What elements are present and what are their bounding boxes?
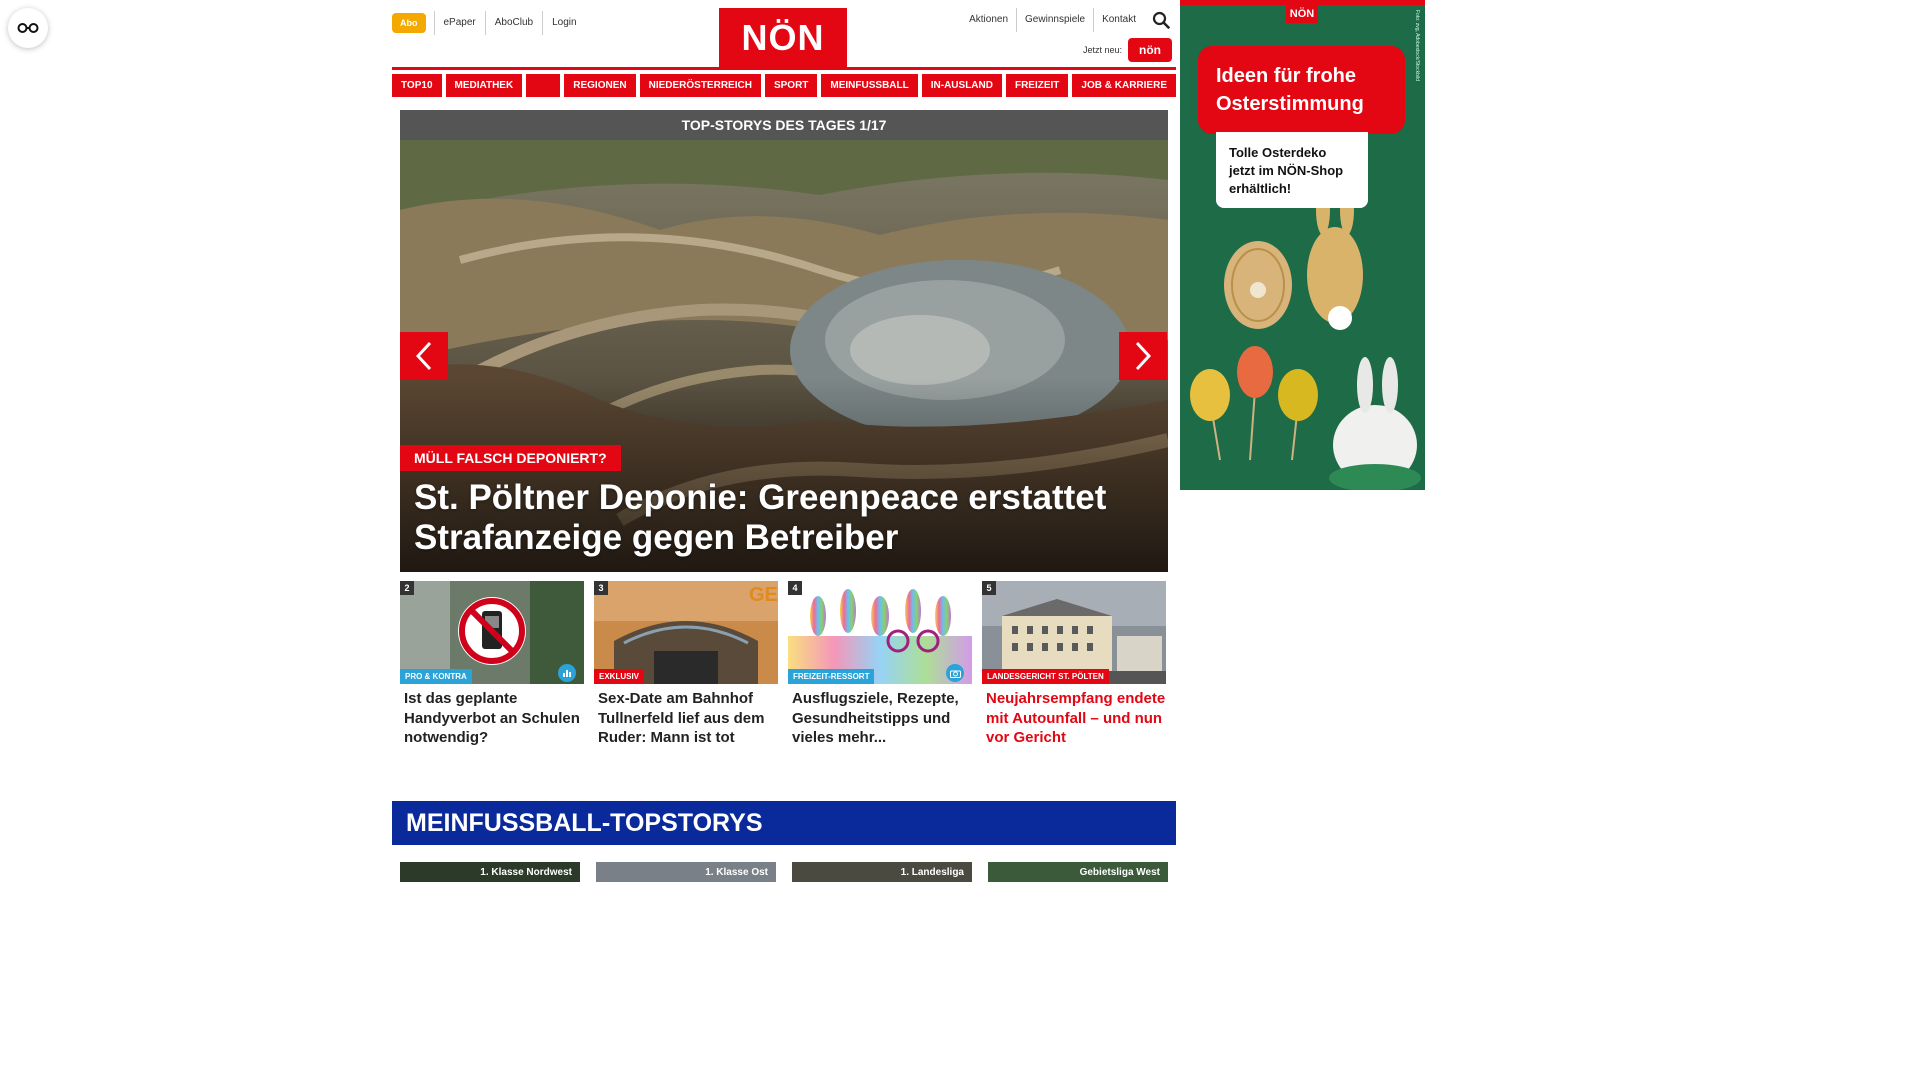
- aboclub-link[interactable]: AboClub: [484, 11, 542, 35]
- page: Abo ePaper AboClub Login NÖN Aktionen Ge…: [0, 0, 1560, 882]
- camera-icon: [946, 664, 964, 682]
- nav-item-sport[interactable]: SPORT: [764, 74, 818, 97]
- aktionen-link[interactable]: Aktionen: [961, 8, 1016, 32]
- login-link[interactable]: Login: [542, 11, 585, 35]
- ad-photo-credit: Foto: zvg, Adobestock/Stockbild: [1414, 10, 1420, 81]
- nav-item-job-karriere[interactable]: JOB & KARRIERE: [1072, 74, 1176, 97]
- story-title[interactable]: Sex-Date am Bahnhof Tullnerfeld lief aus…: [594, 689, 778, 748]
- gewinnspiele-link[interactable]: Gewinnspiele: [1016, 8, 1093, 32]
- ad-logo: NÖN: [1286, 5, 1318, 23]
- story-number: 4: [788, 581, 802, 595]
- story-card[interactable]: 2 PRO & KONTRA Ist das geplante Handyver…: [400, 581, 584, 748]
- nav-item-blank[interactable]: [526, 74, 561, 97]
- meinfussball-card[interactable]: 1. Landesliga: [792, 862, 972, 882]
- main-nav: TOP10 MEDIATHEK REGIONEN NIEDERÖSTERREIC…: [392, 74, 1176, 97]
- story-image-phone-ban[interactable]: 2 PRO & KONTRA: [400, 581, 584, 684]
- jetzt-neu-badge[interactable]: nön: [1128, 38, 1172, 62]
- story-tag[interactable]: PRO & KONTRA: [400, 669, 472, 684]
- advertisement-banner[interactable]: NÖN Ideen für frohe Osterstimmung Tolle …: [1180, 0, 1425, 490]
- chart-icon: [558, 664, 576, 682]
- story-title[interactable]: Ausflugsziele, Rezepte, Gesundheitstipps…: [788, 689, 972, 748]
- epaper-link[interactable]: ePaper: [433, 11, 485, 35]
- story-number: 3: [594, 581, 608, 595]
- story-card[interactable]: GE 3 EXKLUSIV Sex-Date am Bahnhof Tullne…: [594, 581, 778, 748]
- chevron-right-icon: [1135, 341, 1152, 371]
- league-label: 1. Landesliga: [900, 867, 964, 878]
- story-image-court[interactable]: 5 LANDESGERICHT ST. PÖLTEN: [982, 581, 1166, 684]
- meinfussball-section-title[interactable]: MEINFUSSBALL-TOPSTORYS: [392, 801, 1176, 845]
- ad-text: Tolle Osterdeko jetzt im NÖN-Shop erhält…: [1216, 132, 1368, 208]
- jetzt-neu-label: Jetzt neu:: [1082, 45, 1122, 55]
- reader-mode-button[interactable]: [8, 8, 48, 48]
- meinfussball-card[interactable]: 1. Klasse Ost: [596, 862, 776, 882]
- story-cards: 2 PRO & KONTRA Ist das geplante Handyver…: [400, 581, 1166, 748]
- svg-text:GE: GE: [749, 584, 778, 606]
- header-divider: [392, 67, 1176, 70]
- story-card[interactable]: 5 LANDESGERICHT ST. PÖLTEN Neujahrsempfa…: [982, 581, 1166, 748]
- abo-button[interactable]: Abo: [392, 13, 426, 33]
- league-label: 1. Klasse Ost: [705, 867, 768, 878]
- search-icon[interactable]: [1152, 11, 1170, 29]
- slider-headline[interactable]: St. Pöltner Deponie: Greenpeace erstatte…: [414, 478, 1154, 558]
- story-image-station[interactable]: GE 3 EXKLUSIV: [594, 581, 778, 684]
- story-title[interactable]: Neujahrsempfang endete mit Autounfall – …: [982, 689, 1166, 748]
- league-label: Gebietsliga West: [1079, 867, 1160, 878]
- story-number: 5: [982, 581, 996, 595]
- story-number: 2: [400, 581, 414, 595]
- slider-next-button[interactable]: [1119, 332, 1167, 380]
- story-card[interactable]: 4 FREIZEIT-RESSORT Ausflugsziele, Rezept…: [788, 581, 972, 748]
- story-tag[interactable]: FREIZEIT-RESSORT: [788, 669, 875, 684]
- slider-header: TOP-STORYS DES TAGES 1/17: [400, 110, 1168, 140]
- meinfussball-card[interactable]: Gebietsliga West: [988, 862, 1168, 882]
- nav-item-in-ausland[interactable]: IN-AUSLAND: [921, 74, 1002, 97]
- jetzt-neu: Jetzt neu: nön: [1083, 38, 1172, 62]
- story-tag[interactable]: LANDESGERICHT ST. PÖLTEN: [982, 669, 1109, 684]
- ad-headline: Ideen für frohe Osterstimmung: [1198, 46, 1405, 134]
- kontakt-link[interactable]: Kontakt: [1093, 8, 1144, 32]
- meinfussball-card[interactable]: 1. Klasse Nordwest: [400, 862, 580, 882]
- chevron-left-icon: [415, 341, 432, 371]
- site-logo[interactable]: NÖN: [719, 8, 847, 68]
- nav-item-niederoesterreich[interactable]: NIEDERÖSTERREICH: [639, 74, 761, 97]
- slider-prev-button[interactable]: [400, 332, 448, 380]
- top-links: Abo ePaper AboClub Login: [392, 11, 586, 35]
- nav-item-meinfussball[interactable]: MEINFUSSBALL: [821, 74, 918, 97]
- league-label: 1. Klasse Nordwest: [480, 867, 572, 878]
- meinfussball-cards: 1. Klasse Nordwest 1. Klasse Ost 1. Land…: [400, 862, 1168, 882]
- nav-item-top10[interactable]: TOP10: [392, 74, 442, 97]
- nav-item-mediathek[interactable]: MEDIATHEK: [445, 74, 523, 97]
- story-tag[interactable]: EXKLUSIV: [594, 669, 645, 684]
- story-image-freizeit[interactable]: 4 FREIZEIT-RESSORT: [788, 581, 972, 684]
- glasses-icon: [17, 23, 39, 33]
- nav-item-regionen[interactable]: REGIONEN: [564, 74, 636, 97]
- service-links: Aktionen Gewinnspiele Kontakt: [961, 8, 1170, 32]
- slider-kicker[interactable]: MÜLL FALSCH DEPONIERT?: [400, 445, 621, 471]
- nav-item-freizeit[interactable]: FREIZEIT: [1005, 74, 1069, 97]
- story-title[interactable]: Ist das geplante Handyverbot an Schulen …: [400, 689, 584, 748]
